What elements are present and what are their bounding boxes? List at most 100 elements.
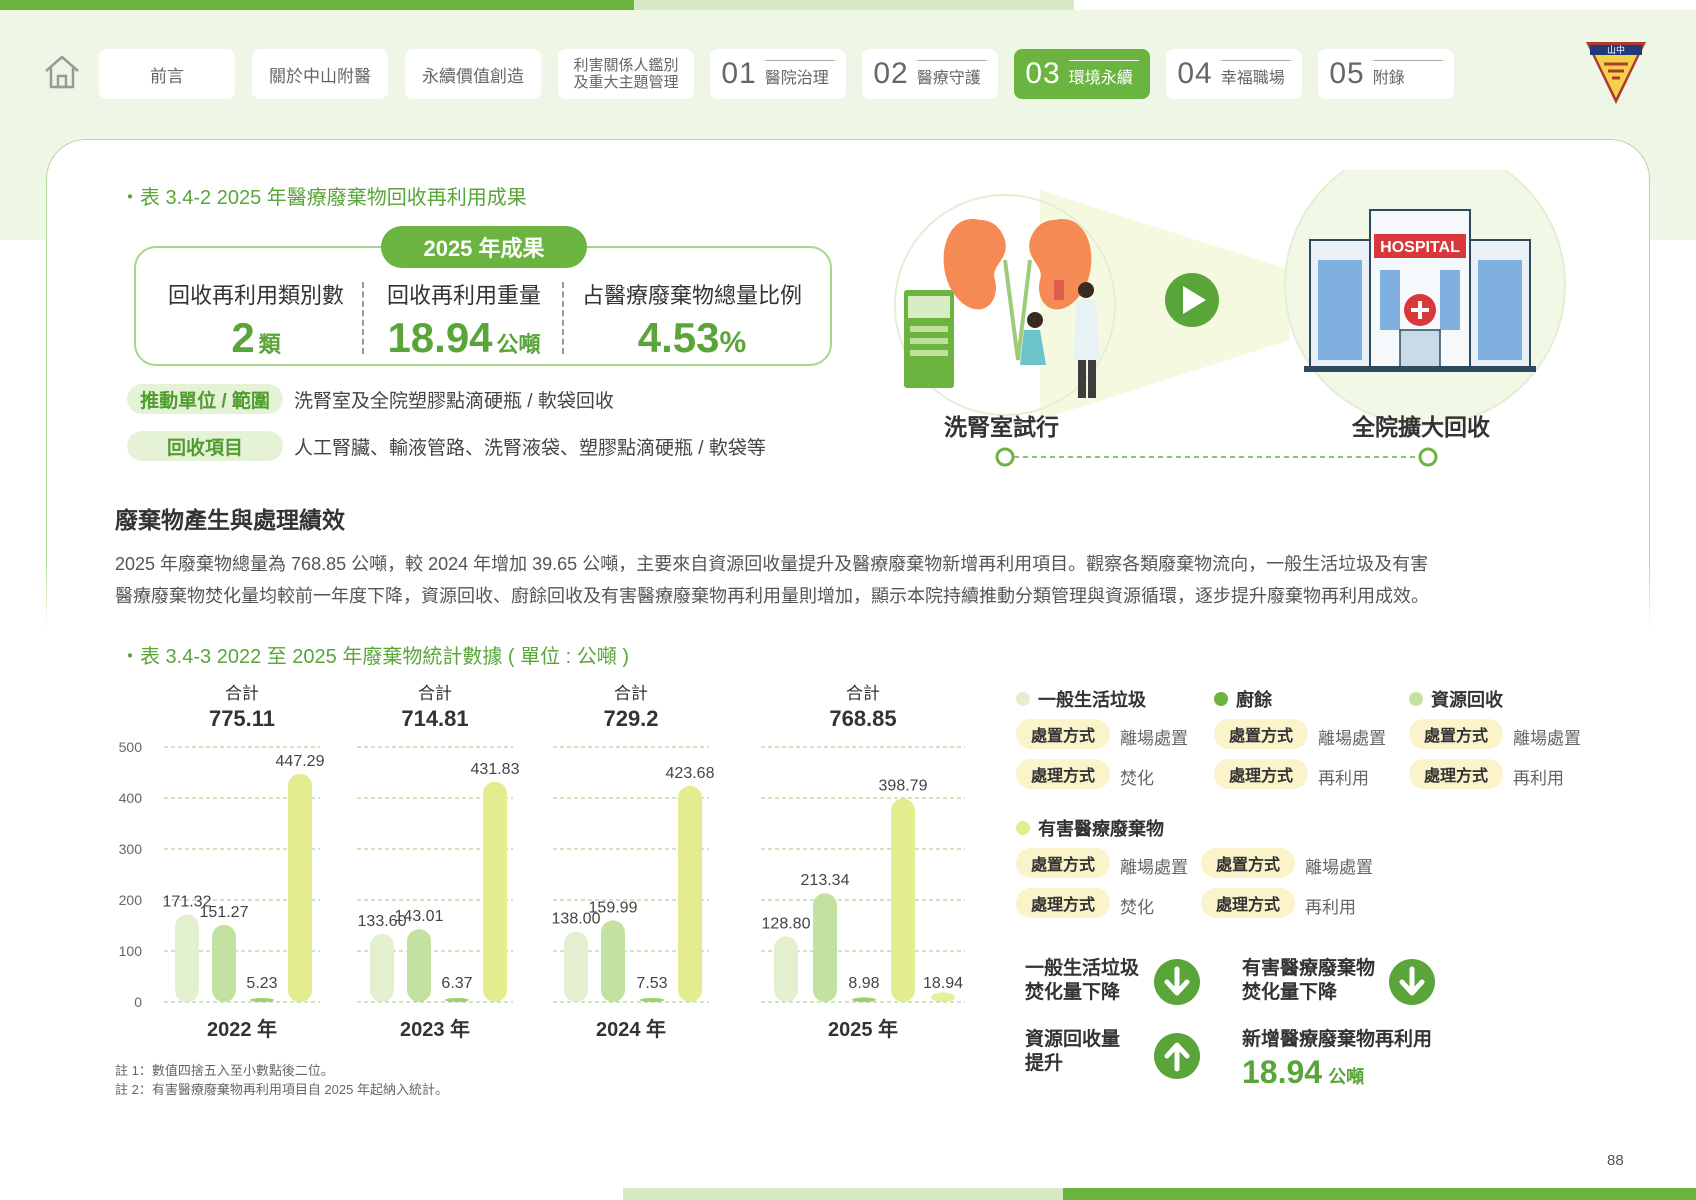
bar xyxy=(370,933,394,1002)
data-label: 8.98 xyxy=(848,975,879,992)
bar xyxy=(931,992,955,1002)
summary-line: 一般生活垃圾 xyxy=(1025,958,1140,979)
summary-number: 18.94 xyxy=(1242,1054,1323,1090)
nav-tab-number: 05 xyxy=(1329,57,1365,90)
method-tag: 處理方式 xyxy=(1016,759,1110,789)
nav-tab-03-active[interactable]: 03 環境永續 xyxy=(1014,49,1150,99)
summary-line: 焚化量下降 xyxy=(1242,982,1338,1003)
items-text: 人工腎臟、輸液管路、洗腎液袋、塑膠點滴硬瓶 / 軟袋等 xyxy=(294,438,766,459)
method-tag: 處置方式 xyxy=(1409,719,1503,749)
top-accent-bar-light xyxy=(634,0,1074,10)
arrow-up-icon xyxy=(1154,1033,1200,1079)
nav-tab-number: 01 xyxy=(721,57,757,90)
nav-tab-label-line2: 及重大主題管理 xyxy=(573,74,679,91)
x-category-label: 2025 年 xyxy=(828,1017,898,1041)
bar xyxy=(891,798,915,1002)
bar xyxy=(288,773,312,1002)
method-value: 離場處置 xyxy=(1305,858,1373,877)
legend-name: 資源回收 xyxy=(1431,690,1503,710)
data-label: 447.29 xyxy=(276,753,325,770)
data-label: 7.53 xyxy=(636,975,667,992)
legend-hazard: 有害醫療廢棄物 xyxy=(1016,815,1164,841)
method-tag: 處理方式 xyxy=(1016,888,1110,918)
table1-title: ・表 3.4-2 2025 年醫療廢棄物回收再利用成果 xyxy=(120,187,527,209)
total-value: 775.11 xyxy=(209,706,275,731)
result-unit: 公噸 xyxy=(496,332,541,357)
table2-title-text: 表 3.4-3 2022 至 2025 年廢棄物統計數據 ( 單位 : 公噸 ) xyxy=(140,646,630,668)
method-value: 離場處置 xyxy=(1120,858,1188,877)
legend-name: 有害醫療廢棄物 xyxy=(1038,819,1164,839)
result-head: 占醫療廢棄物總量比例 xyxy=(581,283,802,308)
total-label: 合計 xyxy=(846,684,880,703)
arrow-down-icon xyxy=(1154,959,1200,1005)
bar xyxy=(212,924,236,1002)
legend-swatch xyxy=(1016,692,1030,706)
legend-swatch xyxy=(1214,692,1228,706)
method-tag: 處理方式 xyxy=(1409,759,1503,789)
paragraph-line: 醫療廢棄物焚化量均較前一年度下降，資源回收、廚餘回收及有害醫療廢棄物再利用量則增… xyxy=(115,586,1429,606)
nav-tab-label-line1: 利害關係人鑑別 xyxy=(573,57,679,74)
summary-line: 提升 xyxy=(1025,1053,1064,1074)
result-ratio: 占醫療廢棄物總量比例 4.53% xyxy=(572,278,812,362)
method-tag: 處置方式 xyxy=(1016,848,1110,878)
summary-new-reuse-value: 18.94 公噸 xyxy=(1242,1054,1432,1091)
legend-name: 一般生活垃圾 xyxy=(1038,690,1146,710)
result-number: 4.53 xyxy=(637,314,720,361)
bar xyxy=(678,785,702,1002)
data-label: 431.83 xyxy=(471,761,520,778)
method-value: 再利用 xyxy=(1513,769,1564,788)
home-icon[interactable] xyxy=(42,52,82,92)
result-value: 2類 xyxy=(156,314,356,362)
result-value: 4.53% xyxy=(572,314,812,362)
nav-tab-stakeholders[interactable]: 利害關係人鑑別 及重大主題管理 xyxy=(558,49,694,99)
table1-title-text: 表 3.4-2 2025 年醫療廢棄物回收再利用成果 xyxy=(140,187,527,209)
bar xyxy=(175,914,199,1002)
note-line: 註 1：數值四捨五入至小數點後二位。 xyxy=(115,1063,334,1078)
method-tag: 處置方式 xyxy=(1016,719,1110,749)
legend-name: 廚餘 xyxy=(1236,690,1272,710)
bar xyxy=(813,893,837,1002)
nav-tab-value-creation[interactable]: 永續價值創造 xyxy=(405,49,541,99)
scope-text: 洗腎室及全院塑膠點滴硬瓶 / 軟袋回收 xyxy=(294,391,614,412)
hospital-sign: HOSPITAL xyxy=(1380,239,1460,256)
legend-swatch xyxy=(1409,692,1423,706)
bar xyxy=(483,781,507,1002)
logo-text: 山中 xyxy=(1607,44,1625,56)
result-number: 2 xyxy=(231,314,255,361)
method-tag: 處置方式 xyxy=(1201,848,1295,878)
footer-bar-light xyxy=(623,1188,1063,1200)
method-value: 焚化 xyxy=(1120,898,1154,917)
nav-tab-number: 03 xyxy=(1025,57,1061,90)
bar xyxy=(445,998,469,1002)
bar xyxy=(640,998,664,1002)
data-label: 128.80 xyxy=(762,915,811,932)
note-line: 註 2：有害醫療廢棄物再利用項目自 2025 年起納入統計。 xyxy=(115,1082,448,1097)
total-label: 合計 xyxy=(614,684,648,703)
bar xyxy=(250,998,274,1002)
x-category-label: 2024 年 xyxy=(596,1017,666,1041)
result-value: 18.94 公噸 xyxy=(372,314,556,362)
top-accent-bar xyxy=(0,0,634,10)
result-number: 18.94 xyxy=(387,314,493,361)
paragraph-line: 2025 年廢棄物總量為 768.85 公噸，較 2024 年增加 39.65 … xyxy=(115,554,1429,574)
bar xyxy=(564,931,588,1002)
nav-tab-preface[interactable]: 前言 xyxy=(99,49,235,99)
bar xyxy=(774,936,798,1002)
section-title: 廢棄物產生與處理績效 xyxy=(115,507,345,533)
nav-tab-02[interactable]: 02 醫療守護 xyxy=(862,49,998,99)
bar xyxy=(852,997,876,1002)
nav-tab-04[interactable]: 04 幸福職場 xyxy=(1166,49,1302,99)
scope-label: 推動單位 / 範圍 xyxy=(127,384,283,414)
nav-tab-about[interactable]: 關於中山附醫 xyxy=(252,49,388,99)
nav-tab-01[interactable]: 01 醫院治理 xyxy=(710,49,846,99)
hospital-logo[interactable]: 山中 xyxy=(1584,38,1648,106)
method-tag: 處置方式 xyxy=(1214,719,1308,749)
result-divider xyxy=(362,282,364,354)
summary-hazard: 有害醫療廢棄物 焚化量下降 xyxy=(1242,957,1375,1005)
arrow-down-icon xyxy=(1389,959,1435,1005)
data-label: 159.99 xyxy=(589,899,638,916)
summary-line: 資源回收量 xyxy=(1025,1029,1121,1050)
nav-tab-05[interactable]: 05 附錄 xyxy=(1318,49,1454,99)
legend-resource: 資源回收 xyxy=(1409,686,1503,712)
section-paragraph: 2025 年廢棄物總量為 768.85 公噸，較 2024 年增加 39.65 … xyxy=(115,548,1615,612)
